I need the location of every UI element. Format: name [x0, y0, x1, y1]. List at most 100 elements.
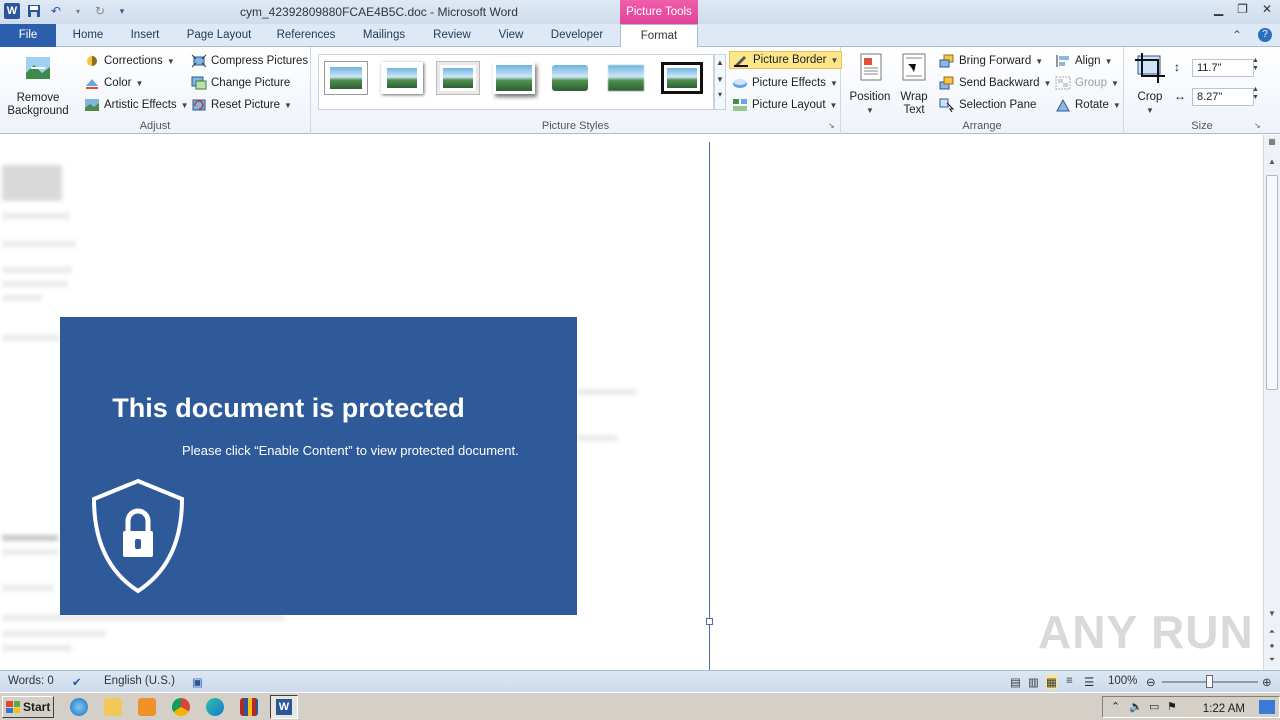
position-button[interactable]: Position ▼: [846, 52, 894, 117]
undo-icon[interactable]: ↶: [48, 3, 64, 19]
next-page-icon[interactable]: ⏷: [1264, 655, 1280, 665]
ruler-toggle-icon[interactable]: ▦: [1264, 137, 1280, 146]
minimize-icon[interactable]: ▁: [1214, 2, 1223, 16]
compress-pictures-button[interactable]: Compress Pictures: [191, 52, 308, 70]
gallery-up-icon[interactable]: ▲: [715, 58, 725, 67]
network-icon[interactable]: ▭: [1149, 700, 1159, 713]
print-layout-icon[interactable]: ▤: [1010, 675, 1021, 689]
picture-style-thumbnail[interactable]: [661, 62, 703, 94]
height-spinner-icon[interactable]: ▲ ▼: [1252, 57, 1259, 73]
gallery-scroll[interactable]: ▲ ▼ ▾: [714, 54, 726, 110]
shape-width-input[interactable]: 8.27": [1192, 88, 1254, 106]
zoom-out-icon[interactable]: ⊖: [1146, 675, 1156, 689]
remove-background-button[interactable]: Remove Background: [4, 53, 72, 118]
dropdown-caret-icon: ▼: [1146, 106, 1154, 115]
edge-icon[interactable]: [206, 698, 224, 716]
tab-references[interactable]: References: [266, 24, 346, 47]
page-boundary-line: [709, 142, 710, 670]
vertical-scrollbar[interactable]: ▦ ▲ ▼ ⏶ ● ⏷: [1263, 135, 1280, 670]
picture-style-thumbnail[interactable]: [493, 62, 535, 94]
help-icon[interactable]: ?: [1258, 28, 1272, 42]
picture-style-thumbnail[interactable]: [549, 62, 591, 94]
action-center-flag-icon[interactable]: ⚑: [1167, 700, 1177, 713]
full-screen-reading-icon[interactable]: ▥: [1028, 675, 1039, 689]
volume-icon[interactable]: 🔈: [1129, 700, 1143, 713]
word-count[interactable]: Words: 0: [8, 675, 54, 687]
rotate-button[interactable]: Rotate ▼: [1055, 96, 1121, 114]
web-layout-icon[interactable]: ▦: [1046, 675, 1057, 689]
clock[interactable]: 1:22 AM: [1203, 703, 1245, 715]
tab-home[interactable]: Home: [62, 24, 114, 47]
change-picture-button[interactable]: Change Picture: [191, 74, 290, 92]
corrections-button[interactable]: Corrections ▼: [84, 52, 175, 70]
artistic-effects-button[interactable]: Artistic Effects ▼: [84, 96, 189, 114]
document-area[interactable]: This document is protected Please click …: [0, 135, 1263, 670]
color-button[interactable]: Color ▼: [84, 74, 143, 92]
explorer-folder-icon[interactable]: [104, 698, 122, 716]
customize-qat-icon[interactable]: ▾: [114, 3, 130, 19]
restore-icon[interactable]: ❐: [1237, 2, 1248, 16]
language-indicator[interactable]: English (U.S.): [104, 675, 175, 687]
save-icon[interactable]: [26, 3, 42, 19]
size-dialog-launcher-icon[interactable]: ↘: [1254, 121, 1261, 130]
tab-insert[interactable]: Insert: [118, 24, 172, 47]
tab-review[interactable]: Review: [424, 24, 480, 47]
close-icon[interactable]: ✕: [1262, 2, 1272, 16]
bring-forward-button[interactable]: Bring Forward ▼: [939, 52, 1043, 70]
show-desktop-icon[interactable]: [1259, 700, 1275, 714]
resize-handle[interactable]: [706, 618, 713, 625]
crop-button[interactable]: Crop ▼: [1130, 52, 1170, 117]
wrap-text-button[interactable]: Wrap Text: [896, 52, 932, 117]
picture-style-thumbnail[interactable]: [437, 62, 479, 94]
minimize-ribbon-icon[interactable]: ⌃: [1232, 28, 1242, 42]
gallery-more-icon[interactable]: ▾: [715, 90, 725, 99]
picture-effects-button[interactable]: Picture Effects ▼: [732, 74, 838, 92]
tab-page-layout[interactable]: Page Layout: [178, 24, 260, 47]
tab-file[interactable]: File: [0, 24, 56, 47]
zoom-level[interactable]: 100%: [1108, 675, 1137, 687]
scroll-down-icon[interactable]: ▼: [1264, 609, 1280, 618]
tab-view[interactable]: View: [488, 24, 534, 47]
picture-style-thumbnail[interactable]: [381, 62, 423, 94]
selection-pane-button[interactable]: Selection Pane: [939, 96, 1036, 114]
macro-recording-icon[interactable]: ▣: [192, 675, 203, 689]
select-browse-object-icon[interactable]: ●: [1264, 641, 1280, 650]
winrar-icon[interactable]: [240, 698, 258, 716]
draft-view-icon[interactable]: ☰: [1084, 675, 1094, 689]
tab-format[interactable]: Format: [620, 24, 698, 48]
picture-style-thumbnail[interactable]: [605, 62, 647, 94]
protected-document-banner[interactable]: This document is protected Please click …: [60, 317, 577, 615]
previous-page-icon[interactable]: ⏶: [1264, 627, 1280, 637]
dialog-launcher-icon[interactable]: ↘: [828, 121, 835, 130]
media-player-icon[interactable]: [138, 698, 156, 716]
width-spinner-icon[interactable]: ▲ ▼: [1252, 86, 1259, 102]
tray-expand-icon[interactable]: ⌃: [1111, 700, 1120, 713]
reset-picture-button[interactable]: Reset Picture ▼: [191, 96, 292, 114]
align-button[interactable]: Align ▼: [1055, 52, 1113, 70]
picture-layout-icon: [733, 99, 747, 111]
picture-layout-button[interactable]: Picture Layout ▼: [732, 96, 837, 114]
redo-icon[interactable]: ↻: [92, 3, 108, 19]
send-backward-button[interactable]: Send Backward ▼: [939, 74, 1051, 92]
proofing-icon[interactable]: ✔: [72, 675, 82, 689]
group-button[interactable]: Group ▼: [1055, 74, 1119, 92]
zoom-slider-thumb[interactable]: [1206, 675, 1213, 688]
scroll-up-icon[interactable]: ▲: [1264, 157, 1280, 166]
shape-height-input[interactable]: 11.7": [1192, 59, 1254, 77]
word-app-icon[interactable]: W: [4, 3, 20, 19]
chrome-icon[interactable]: [172, 698, 190, 716]
tab-mailings[interactable]: Mailings: [352, 24, 416, 47]
start-button[interactable]: Start: [2, 696, 54, 718]
scroll-thumb[interactable]: [1266, 175, 1278, 390]
outline-view-icon[interactable]: ≡: [1066, 675, 1073, 687]
internet-explorer-icon[interactable]: [70, 698, 88, 716]
adjust-group: Remove Background Corrections ▼ Color ▼ Ar…: [0, 47, 311, 134]
gallery-down-icon[interactable]: ▼: [715, 75, 725, 84]
tab-developer[interactable]: Developer: [542, 24, 612, 47]
picture-style-thumbnail[interactable]: [325, 62, 367, 94]
blurred-text-line: [577, 389, 637, 395]
word-taskbar-button[interactable]: W: [270, 695, 298, 719]
undo-dropdown-icon[interactable]: ▾: [70, 3, 86, 19]
zoom-in-icon[interactable]: ⊕: [1262, 675, 1272, 689]
picture-border-button[interactable]: Picture Border ▼: [729, 51, 843, 69]
